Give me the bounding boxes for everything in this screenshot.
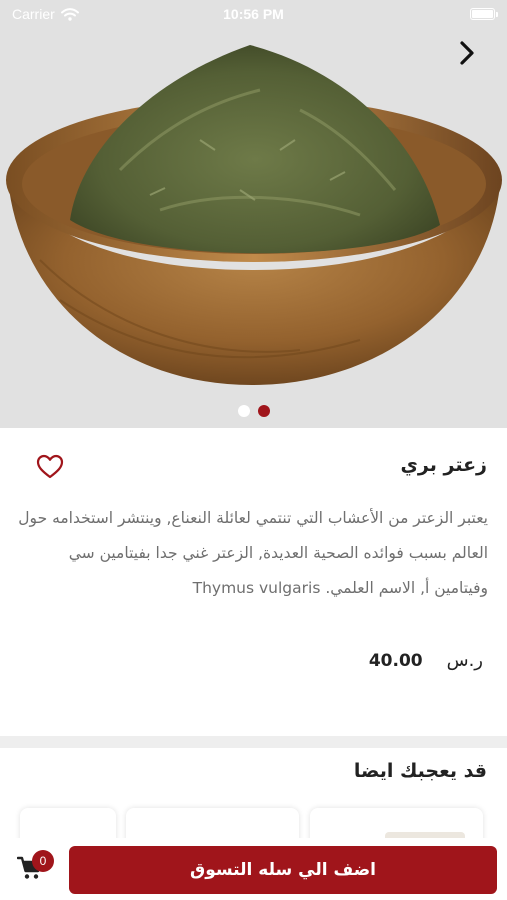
product-image-carousel[interactable]: [0, 0, 507, 428]
related-title: قد يعجبك ايضا: [353, 760, 487, 782]
price-currency: ر.س: [446, 650, 483, 671]
carousel-dots: [0, 405, 507, 417]
heart-icon: [36, 454, 64, 479]
product-price: ر.س 40.00: [369, 650, 483, 671]
cart-button[interactable]: 0: [14, 850, 54, 884]
add-to-cart-button[interactable]: اضف الي سله التسوق: [69, 846, 497, 894]
product-title: زعتر بري: [400, 454, 487, 476]
chevron-right-icon: [460, 41, 474, 65]
product-image: [6, 45, 502, 385]
carousel-dot[interactable]: [237, 405, 250, 417]
price-value: 40.00: [368, 651, 423, 671]
carousel-dot-active[interactable]: [257, 405, 270, 417]
bottom-action-bar: 0 اضف الي سله التسوق: [0, 838, 507, 900]
status-bar: Carrier 10:56 PM: [0, 0, 507, 28]
next-image-button[interactable]: [458, 40, 494, 76]
wifi-icon: [60, 7, 79, 21]
product-details: زعتر بري يعتبر الزعتر من الأعشاب التي تن…: [0, 428, 507, 736]
carrier-label: Carrier: [12, 6, 55, 22]
cart-count-badge: 0: [32, 850, 54, 872]
battery-icon: [470, 8, 498, 20]
product-description: يعتبر الزعتر من الأعشاب التي تنتمي لعائل…: [18, 509, 488, 597]
section-divider: [0, 736, 507, 748]
favorite-button[interactable]: [36, 454, 64, 480]
